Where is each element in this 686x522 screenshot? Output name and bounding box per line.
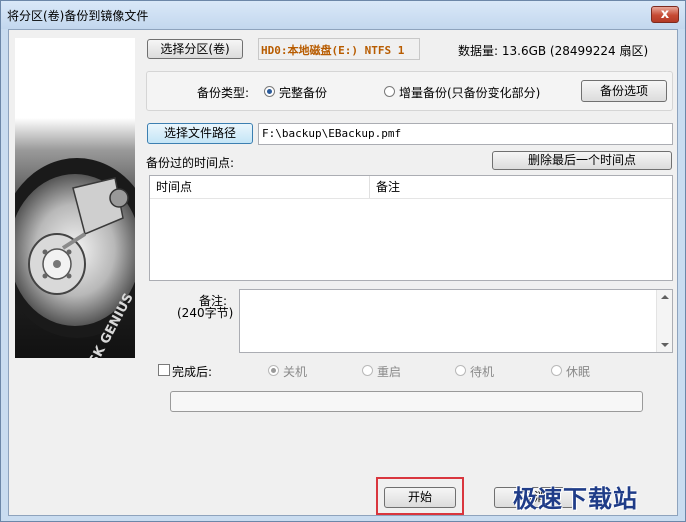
- scroll-up-icon[interactable]: [661, 295, 669, 299]
- backup-options-button[interactable]: 备份选项: [581, 80, 667, 102]
- progress-bar: [170, 391, 643, 412]
- restart-radio[interactable]: [362, 365, 373, 376]
- file-path-value: F:\backup\EBackup.pmf: [262, 127, 402, 140]
- incremental-backup-label[interactable]: 增量备份(只备份变化部分): [399, 84, 540, 101]
- timepoints-table[interactable]: 时间点 备注: [149, 175, 673, 281]
- shutdown-radio[interactable]: [268, 365, 279, 376]
- shutdown-label[interactable]: 关机: [283, 363, 307, 380]
- hibernate-label[interactable]: 休眠: [566, 363, 590, 380]
- scroll-down-icon[interactable]: [661, 343, 669, 347]
- select-file-path-button[interactable]: 选择文件路径: [147, 123, 253, 144]
- full-backup-radio[interactable]: [264, 86, 275, 97]
- partition-display: HD0:本地磁盘(E:) NTFS 1: [258, 38, 420, 60]
- standby-label[interactable]: 待机: [470, 363, 494, 380]
- note-scrollbar[interactable]: [656, 290, 672, 352]
- disk-genius-image: DISK GENIUS: [15, 38, 135, 358]
- dialog-body: DISK GENIUS 选择分区(卷) HD0:本地磁盘(E:) NTFS 1 …: [8, 29, 678, 516]
- after-completion-label[interactable]: 完成后:: [172, 363, 212, 380]
- delete-last-timepoint-button[interactable]: 删除最后一个时间点: [492, 151, 672, 170]
- start-button[interactable]: 开始: [384, 487, 456, 508]
- hibernate-radio[interactable]: [551, 365, 562, 376]
- close-icon: x: [660, 7, 670, 22]
- file-path-input[interactable]: F:\backup\EBackup.pmf: [258, 123, 673, 145]
- column-header-note[interactable]: 备注: [370, 176, 672, 198]
- column-header-timepoint[interactable]: 时间点: [150, 176, 370, 198]
- note-textarea[interactable]: [239, 289, 673, 353]
- title-bar[interactable]: 将分区(卷)备份到镜像文件 x: [1, 1, 685, 29]
- select-partition-button[interactable]: 选择分区(卷): [147, 39, 243, 59]
- backup-dialog: 将分区(卷)备份到镜像文件 x DISK GENIUS 选择分区(卷) HD0:…: [0, 0, 686, 522]
- watermark: 极速下载站: [513, 485, 638, 513]
- restart-label[interactable]: 重启: [377, 363, 401, 380]
- incremental-backup-radio[interactable]: [384, 86, 395, 97]
- table-header: 时间点 备注: [150, 176, 672, 199]
- data-size-info: 数据量: 13.6GB (28499224 扇区): [458, 44, 649, 58]
- timepoints-label: 备份过的时间点:: [146, 156, 235, 170]
- window-title: 将分区(卷)备份到镜像文件: [7, 9, 149, 23]
- backup-type-label: 备份类型:: [197, 86, 250, 100]
- after-completion-checkbox[interactable]: [158, 364, 170, 376]
- hard-disk-icon: DISK GENIUS: [15, 38, 135, 358]
- standby-radio[interactable]: [455, 365, 466, 376]
- full-backup-label[interactable]: 完整备份: [279, 84, 327, 101]
- close-button[interactable]: x: [651, 6, 679, 23]
- partition-text: HD0:本地磁盘(E:) NTFS 1: [261, 44, 405, 57]
- note-sublabel: (240字节): [177, 306, 234, 320]
